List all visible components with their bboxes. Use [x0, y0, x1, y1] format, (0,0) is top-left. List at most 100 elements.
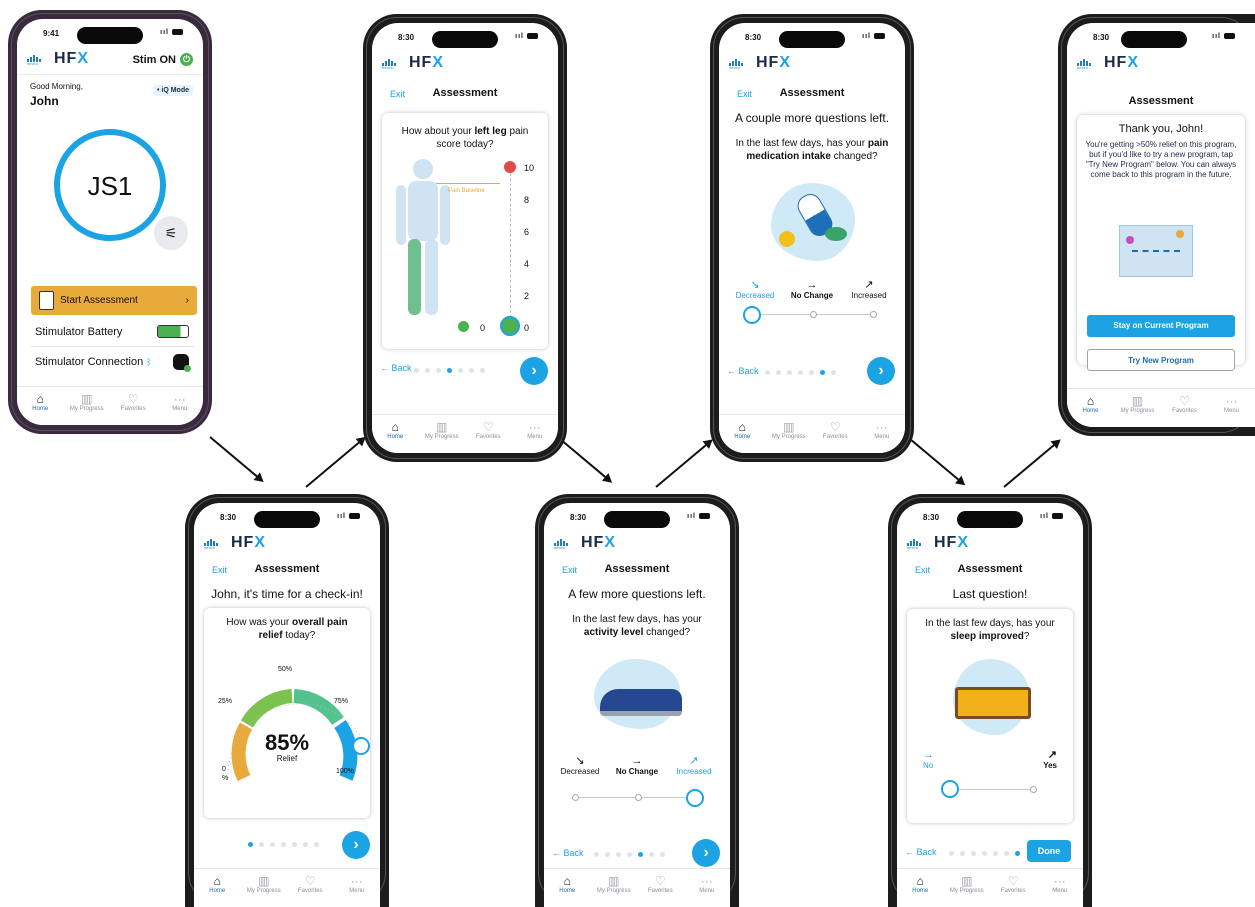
option-no[interactable]: → No — [923, 749, 963, 770]
step-dots — [949, 851, 1020, 856]
more-icon: ··· — [173, 392, 186, 406]
next-button[interactable]: › — [520, 357, 548, 385]
option-no-change[interactable]: → No Change — [784, 279, 840, 300]
tab-bar: ⌂ Home ▥ My Progress ♡ Favorites ··· Menu — [1067, 388, 1255, 427]
next-button[interactable]: › — [342, 831, 370, 859]
nevro-logo-icon: nevro — [907, 536, 927, 550]
brand-logo: nevro HFX — [204, 534, 266, 552]
brand-logo: nevro HFX — [27, 50, 89, 68]
nevro-logo-icon: nevro — [729, 56, 749, 70]
lead-text: Last question! — [952, 587, 1028, 601]
question: In the last few days, has your activity … — [572, 614, 702, 638]
back-button[interactable]: ← Back — [727, 366, 759, 376]
status-icons: ııl — [1212, 33, 1235, 40]
product-logo: HFX — [231, 534, 266, 551]
scale-2: 2 — [524, 291, 530, 301]
tick-75: 75% — [334, 698, 349, 705]
flow-arrow — [209, 436, 263, 482]
question-card: How was your overall pain relief today? … — [204, 608, 370, 818]
tab-favorites[interactable]: ♡ Favorites — [990, 869, 1037, 907]
option-no-change[interactable]: → No Change — [609, 755, 665, 776]
pain-score-handle[interactable] — [500, 316, 520, 336]
back-button[interactable]: ← Back — [380, 363, 412, 373]
tick-0-unit: % — [222, 775, 229, 782]
tab-home[interactable]: ⌂ Home — [194, 869, 241, 907]
tab-favorites[interactable]: ♡ Favorites — [465, 415, 512, 453]
option-decreased[interactable]: ↘ Decreased — [552, 755, 608, 776]
tab-favorites[interactable]: ♡ Favorites — [110, 387, 157, 425]
tab-my-progress[interactable]: ▥ My Progress — [419, 415, 466, 453]
next-button[interactable]: › — [867, 357, 895, 385]
body-figure[interactable] — [388, 157, 458, 317]
tab-home[interactable]: ⌂ Home — [1067, 389, 1114, 427]
home-icon: ⌂ — [1086, 394, 1095, 408]
tab-my-progress[interactable]: ▥ My Progress — [1114, 389, 1161, 427]
tab-favorites[interactable]: ♡ Favorites — [287, 869, 334, 907]
tick-100: 100% — [336, 768, 354, 775]
start-assessment-button[interactable]: Start Assessment › — [31, 286, 197, 315]
option-increased[interactable]: ↗ Increased — [841, 279, 897, 300]
screen-title: Assessment — [779, 87, 845, 99]
tab-favorites[interactable]: ♡ Favorites — [637, 869, 684, 907]
screen-title: Assessment — [604, 563, 670, 575]
sneaker-illustration — [600, 689, 682, 716]
tab-my-progress[interactable]: ▥ My Progress — [591, 869, 638, 907]
tick-50: 50% — [278, 666, 293, 673]
chart-icon: ▥ — [961, 874, 973, 888]
chart-icon: ▥ — [608, 874, 620, 888]
brand-logo: nevro HFX — [382, 54, 444, 72]
tab-home[interactable]: ⌂ Home — [372, 415, 419, 453]
tab-my-progress[interactable]: ▥ My Progress — [766, 415, 813, 453]
tab-my-progress[interactable]: ▥ My Progress — [241, 869, 288, 907]
track-stop — [635, 794, 642, 801]
question-card: In the last few days, has your sleep imp… — [907, 609, 1073, 823]
option-yes[interactable]: ↗ Yes — [1017, 749, 1057, 770]
try-new-program-button[interactable]: Try New Program — [1087, 349, 1235, 371]
done-button[interactable]: Done — [1027, 840, 1071, 862]
question: How about your left leg pain score today… — [401, 126, 529, 150]
thanks-card: Thank you, John! You're getting >50% rel… — [1077, 115, 1245, 371]
screen-header: Exit Assessment — [372, 87, 558, 103]
question: How was your overall pain relief today? — [226, 617, 348, 641]
adjust-button[interactable]: ⚟ — [154, 216, 188, 250]
pill-yellow-illustration — [779, 231, 795, 247]
checkin-screen: 8:30 ııl nevro HFX Exit Assessment John, … — [194, 503, 380, 907]
tab-menu[interactable]: ··· Menu — [859, 415, 906, 453]
tab-home[interactable]: ⌂ Home — [17, 387, 64, 425]
sleep-options: → No ↗ Yes — [923, 749, 1057, 770]
option-decreased[interactable]: ↘ Decreased — [727, 279, 783, 300]
tab-menu[interactable]: ··· Menu — [334, 869, 381, 907]
option-handle[interactable] — [686, 789, 704, 807]
tab-menu[interactable]: ··· Menu — [684, 869, 731, 907]
tab-home[interactable]: ⌂ Home — [719, 415, 766, 453]
connection-row[interactable]: Stimulator Connection ᛒ — [35, 354, 191, 372]
home-icon: ⌂ — [738, 420, 746, 434]
battery-row[interactable]: Stimulator Battery — [35, 325, 189, 338]
back-button[interactable]: ← Back — [552, 848, 584, 858]
dynamic-island — [779, 31, 845, 48]
tab-my-progress[interactable]: ▥ My Progress — [944, 869, 991, 907]
tab-my-progress[interactable]: ▥ My Progress — [64, 387, 111, 425]
baseline-label: Pain Baseline — [448, 188, 485, 194]
tab-menu[interactable]: ··· Menu — [1208, 389, 1255, 427]
tab-menu[interactable]: ··· Menu — [1037, 869, 1084, 907]
stay-on-current-program-button[interactable]: Stay on Current Program — [1087, 315, 1235, 337]
relief-label: Relief — [276, 754, 298, 763]
power-icon: ⏻ — [180, 53, 193, 66]
tab-favorites[interactable]: ♡ Favorites — [1161, 389, 1208, 427]
stim-status[interactable]: Stim ON ⏻ — [133, 53, 193, 66]
program-ring[interactable]: JS1 — [54, 129, 166, 241]
tab-favorites[interactable]: ♡ Favorites — [812, 415, 859, 453]
tab-menu[interactable]: ··· Menu — [512, 415, 559, 453]
option-increased[interactable]: ↗ Increased — [666, 755, 722, 776]
tab-home[interactable]: ⌂ Home — [544, 869, 591, 907]
pin-icon — [1126, 236, 1134, 244]
home-icon: ⌂ — [213, 874, 221, 888]
back-button[interactable]: ← Back — [905, 847, 937, 857]
option-handle[interactable] — [941, 780, 959, 798]
tab-menu[interactable]: ··· Menu — [157, 387, 204, 425]
option-handle[interactable] — [743, 306, 761, 324]
next-button[interactable]: › — [692, 839, 720, 867]
iq-mode-badge[interactable]: • iQ Mode — [152, 85, 193, 96]
tab-home[interactable]: ⌂ Home — [897, 869, 944, 907]
